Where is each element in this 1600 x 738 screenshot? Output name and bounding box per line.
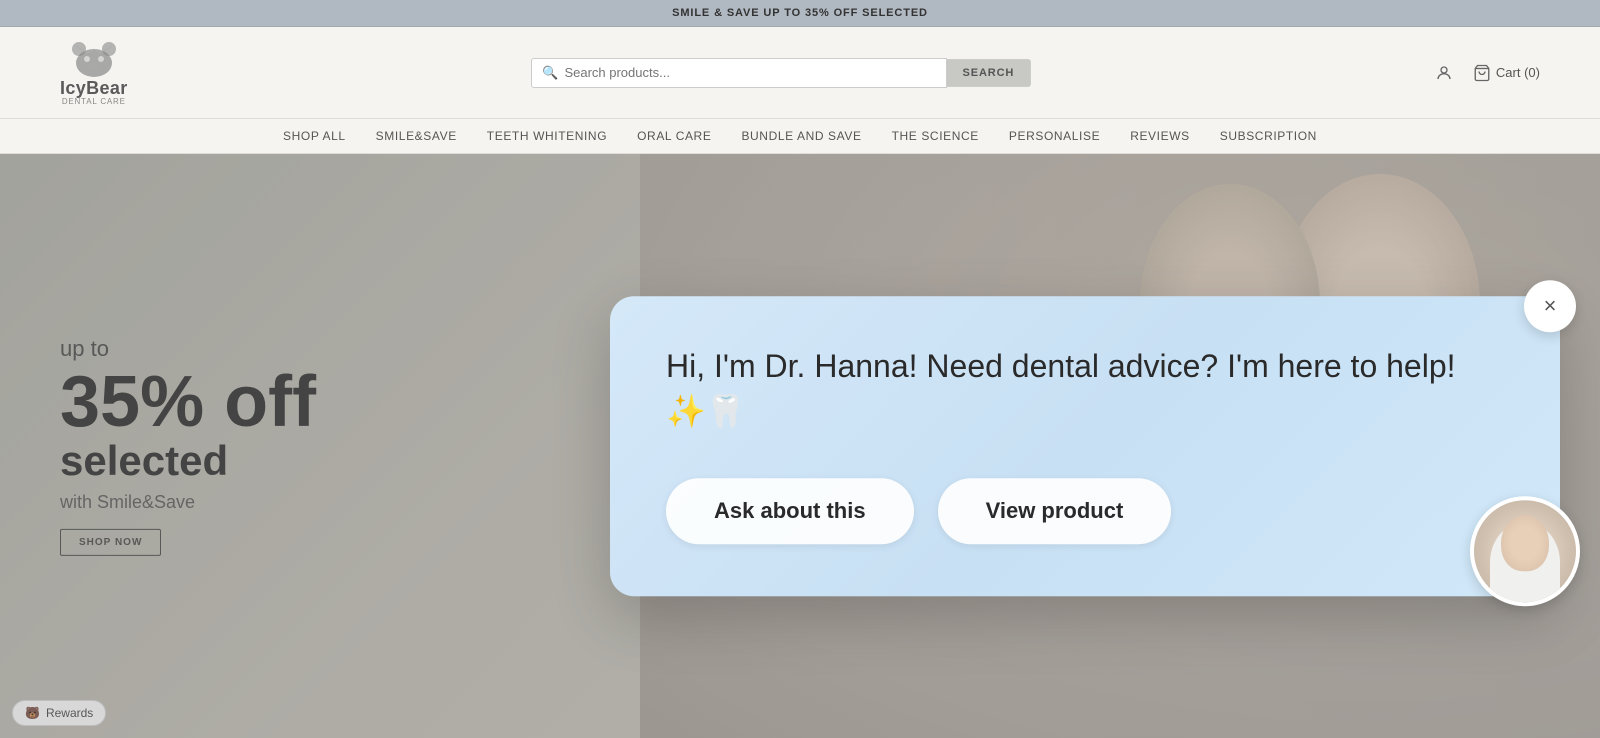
ask-about-button[interactable]: Ask about this: [666, 478, 914, 544]
cart-button[interactable]: Cart (0): [1473, 64, 1540, 82]
search-input-wrap: 🔍: [531, 58, 946, 88]
view-product-button[interactable]: View product: [938, 478, 1172, 544]
logo-name: IcyBear: [60, 79, 128, 97]
hero-section: up to 35% off selected with Smile&Save S…: [0, 154, 1600, 738]
logo-subtitle: Dental Care: [62, 97, 126, 106]
announcement-text: SMILE & SAVE UP TO 35% OFF SELECTED: [672, 7, 928, 19]
chat-message: Hi, I'm Dr. Hanna! Need dental advice? I…: [666, 344, 1504, 434]
nav-teeth-whitening[interactable]: TEETH WHITENING: [487, 129, 607, 143]
logo[interactable]: IcyBear Dental Care: [60, 39, 128, 106]
search-icon: 🔍: [542, 65, 558, 81]
nav-science[interactable]: THE SCIENCE: [892, 129, 979, 143]
nav-bundle-save[interactable]: BUNDLE AND SAVE: [741, 129, 861, 143]
main-nav: SHOP ALL SMILE&SAVE TEETH WHITENING ORAL…: [0, 119, 1600, 154]
nav-personalise[interactable]: PERSONALISE: [1009, 129, 1100, 143]
nav-subscription[interactable]: SUBSCRIPTION: [1220, 129, 1317, 143]
nav-oral-care[interactable]: ORAL CARE: [637, 129, 711, 143]
search-area: 🔍 SEARCH: [531, 58, 1031, 88]
doctor-avatar: [1470, 496, 1580, 606]
account-icon[interactable]: [1435, 64, 1453, 82]
cart-label: Cart (0): [1496, 65, 1540, 80]
nav-shop-all[interactable]: SHOP ALL: [283, 129, 346, 143]
nav-smile-save[interactable]: SMILE&SAVE: [376, 129, 457, 143]
header-actions: Cart (0): [1435, 64, 1540, 82]
announcement-bar: SMILE & SAVE UP TO 35% OFF SELECTED: [0, 0, 1600, 27]
logo-icon: [69, 39, 119, 79]
nav-reviews[interactable]: REVIEWS: [1130, 129, 1190, 143]
search-button[interactable]: SEARCH: [947, 59, 1032, 87]
chat-action-buttons: Ask about this View product: [666, 478, 1504, 544]
header: IcyBear Dental Care 🔍 SEARCH Cart (0): [0, 27, 1600, 119]
search-input[interactable]: [564, 65, 935, 80]
chat-popup: × Hi, I'm Dr. Hanna! Need dental advice?…: [610, 296, 1560, 596]
chat-close-button[interactable]: ×: [1524, 280, 1576, 332]
